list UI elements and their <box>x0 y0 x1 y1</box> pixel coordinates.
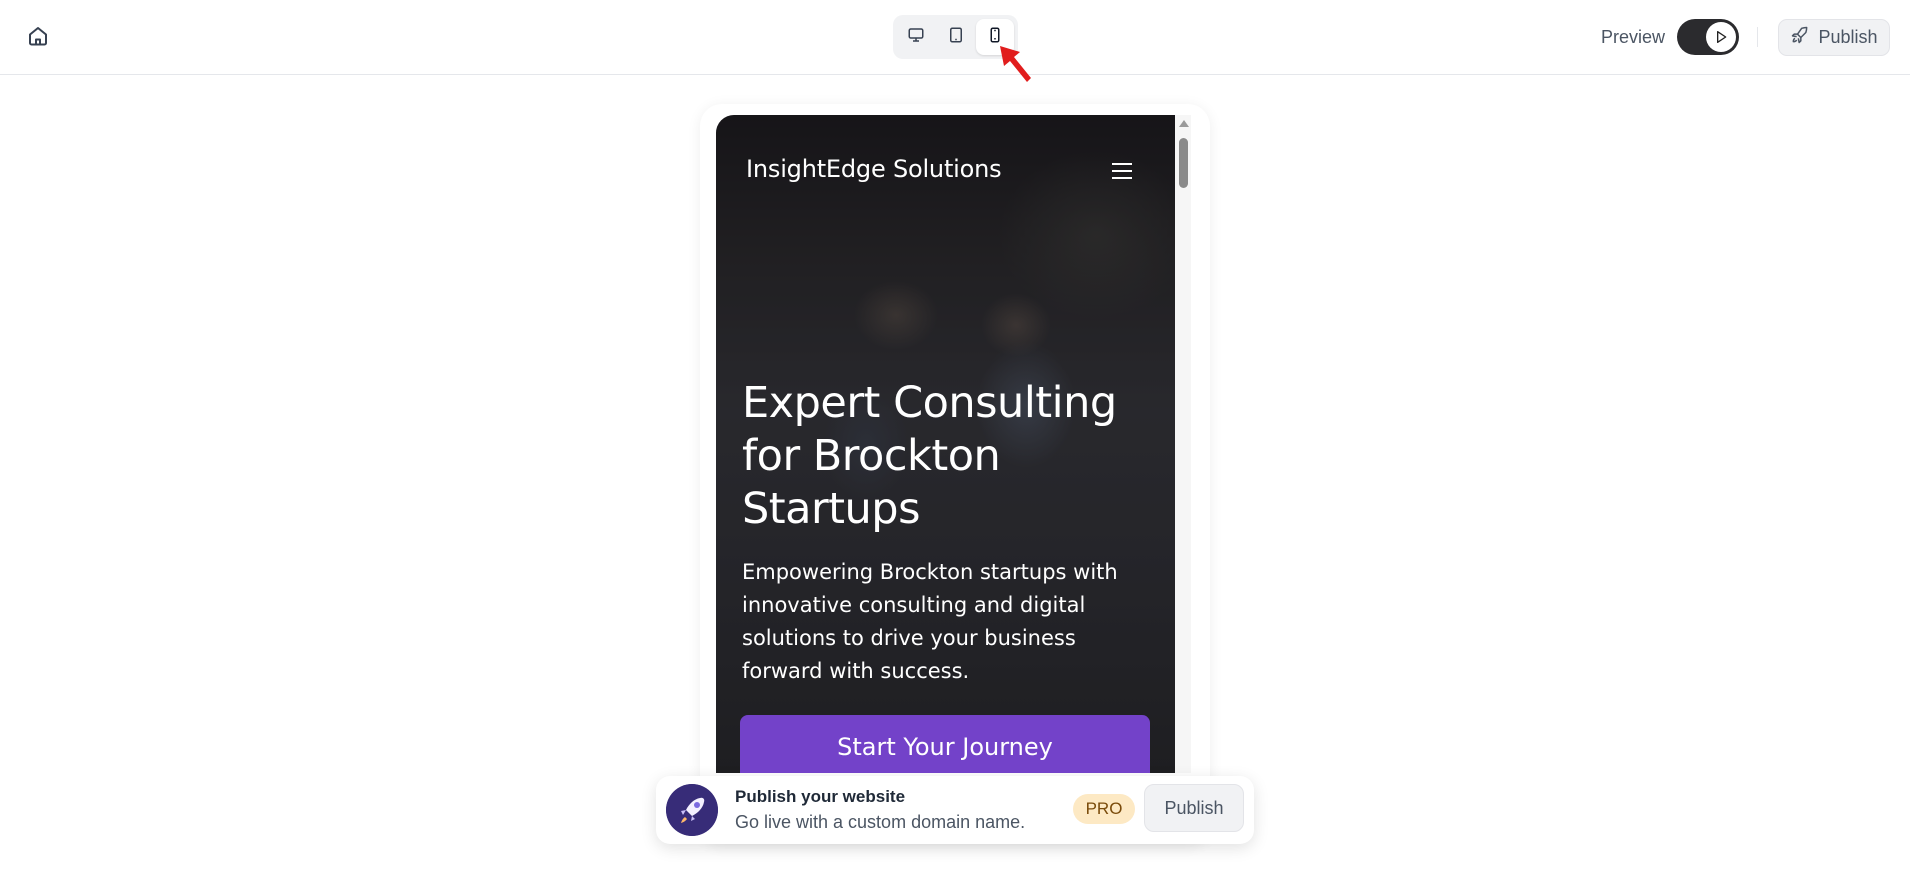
website-preview[interactable]: InsightEdge Solutions Expert Consulting … <box>716 115 1175 773</box>
hamburger-icon[interactable] <box>1111 162 1133 180</box>
hero-title: Expert Consulting for Brockton Startups <box>742 378 1117 534</box>
home-icon <box>26 24 50 53</box>
home-button[interactable] <box>24 24 52 52</box>
desktop-mode-button[interactable] <box>897 19 935 55</box>
rocket-icon <box>1790 25 1810 50</box>
banner-publish-button[interactable]: Publish <box>1144 784 1244 832</box>
toolbar-divider <box>1757 27 1758 47</box>
publish-button[interactable]: Publish <box>1778 19 1890 56</box>
hero-description: Empowering Brockton startups with innova… <box>742 560 1118 683</box>
play-icon <box>1706 22 1736 52</box>
site-brand[interactable]: InsightEdge Solutions <box>746 155 1002 183</box>
monitor-icon <box>907 26 925 49</box>
banner-subtitle: Go live with a custom domain name. <box>735 812 1026 832</box>
tablet-mode-button[interactable] <box>937 19 975 55</box>
banner-title: Publish your website <box>735 787 906 806</box>
cursor-pointer-icon <box>998 44 1034 84</box>
preview-toggle[interactable] <box>1677 19 1739 55</box>
preview-scrollbar[interactable] <box>1175 115 1191 773</box>
publish-banner: Publish your website Go live with a cust… <box>656 776 1254 844</box>
scroll-up-arrow-icon[interactable] <box>1179 120 1189 127</box>
cta-button[interactable]: Start Your Journey <box>740 715 1150 773</box>
rocket-logo-icon <box>666 784 718 836</box>
tablet-icon <box>947 26 965 49</box>
top-toolbar: Preview Publish <box>0 0 1910 82</box>
publish-button-label: Publish <box>1818 27 1878 47</box>
preview-label: Preview <box>1601 27 1666 47</box>
pro-badge: PRO <box>1073 794 1135 824</box>
scrollbar-thumb[interactable] <box>1179 138 1188 188</box>
